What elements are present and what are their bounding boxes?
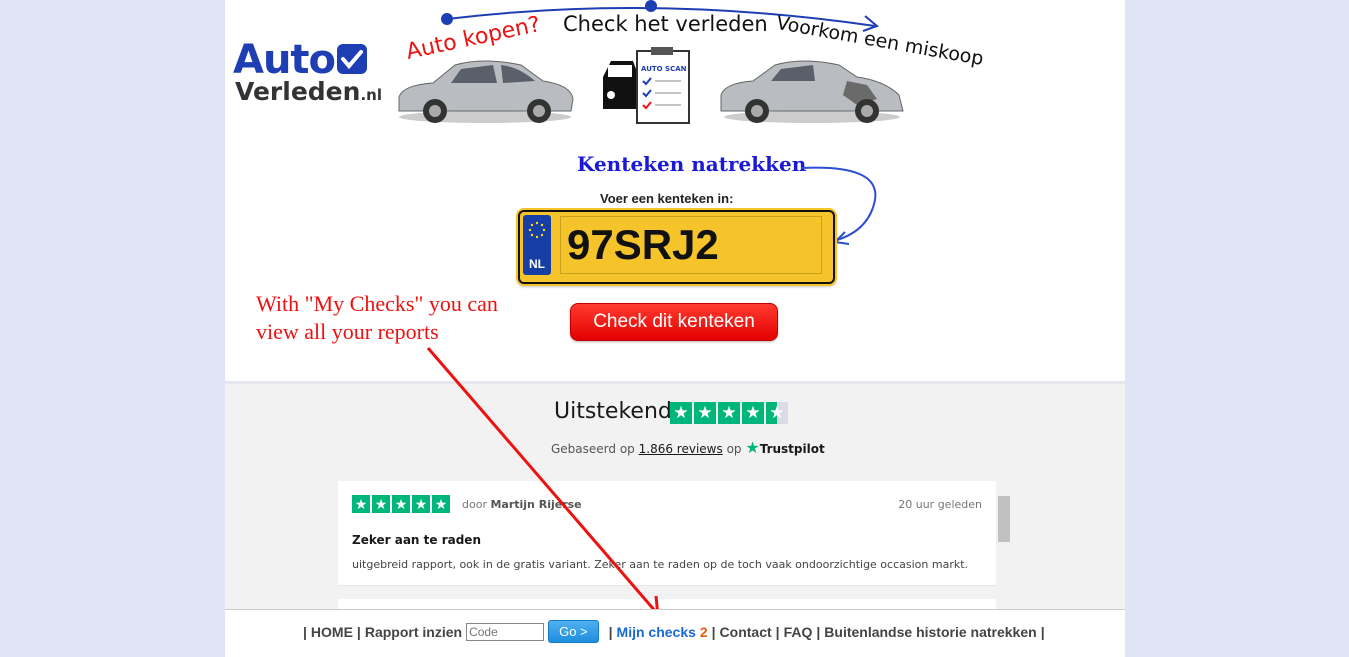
star-icon: ★: [392, 495, 410, 513]
trustpilot-brand: Trustpilot: [759, 442, 825, 456]
site-logo[interactable]: Auto Verleden.nl: [233, 37, 382, 108]
logo-verleden-text: Verleden.nl: [235, 77, 382, 106]
star-icon: ★: [372, 495, 390, 513]
plate-country-code: NL: [529, 257, 545, 271]
autoscan-text: AUTO SCAN: [641, 65, 687, 73]
star-icon: ★: [352, 495, 370, 513]
license-plate-input[interactable]: [560, 216, 822, 274]
annotation-text: With "My Checks" you can view all your r…: [256, 291, 498, 344]
nav-rapport-link[interactable]: Rapport inzien: [365, 624, 462, 640]
reviews-scrollbar[interactable]: [998, 496, 1010, 542]
nav-faq-link[interactable]: FAQ: [784, 624, 813, 640]
tagline-check-verleden: Check het verleden: [563, 12, 768, 36]
logo-auto-text: Auto: [233, 37, 336, 83]
mijn-checks-count: 2: [699, 623, 708, 640]
half-star-icon: ★: [766, 402, 788, 424]
report-code-input[interactable]: [466, 622, 545, 641]
auto-scan-icon: AUTO SCAN: [603, 47, 690, 124]
form-title: Kenteken natrekken: [577, 152, 807, 176]
car-intact-image: [398, 60, 574, 123]
logo-checkmark-icon: [337, 44, 367, 74]
check-plate-button[interactable]: Check dit kenteken: [570, 303, 778, 341]
star-icon: ★: [718, 402, 740, 424]
annotation-arrow-icon: [426, 347, 660, 619]
trustpilot-stars: ★ ★ ★ ★ ★: [670, 402, 788, 424]
license-plate-field: NL: [518, 210, 835, 284]
star-icon: ★: [742, 402, 764, 424]
nav-contact-link[interactable]: Contact: [720, 624, 772, 640]
footer-nav: | HOME | Rapport inzien Go > | Mijn chec…: [225, 609, 1125, 657]
page: Auto Verleden.nl Auto kopen? Check het v…: [225, 0, 1125, 657]
review-time: 20 uur geleden: [898, 498, 982, 511]
star-icon: ★: [694, 402, 716, 424]
nav-mijn-checks-link[interactable]: Mijn checks 2: [617, 624, 708, 640]
nav-buitenland-link[interactable]: Buitenlandse historie natrekken: [824, 624, 1036, 640]
star-icon: ★: [670, 402, 692, 424]
trustpilot-logo-icon: ★: [745, 438, 760, 457]
car-damaged-image: [720, 60, 904, 123]
plate-label: Voer een kenteken in:: [600, 191, 734, 206]
go-button[interactable]: Go >: [548, 620, 599, 643]
nav-home-link[interactable]: HOME: [311, 624, 353, 640]
eu-flag-icon: NL: [523, 215, 551, 275]
